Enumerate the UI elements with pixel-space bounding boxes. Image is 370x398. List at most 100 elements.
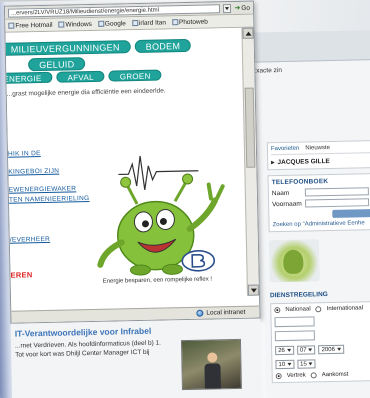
scroll-thumb[interactable] xyxy=(244,87,256,168)
side-link-4[interactable]: TEN NAMENIEERIELING xyxy=(9,195,90,204)
antenna-right xyxy=(173,180,188,202)
go-label: Go xyxy=(241,4,251,12)
link-photoweb[interactable]: Photoweb xyxy=(171,18,208,26)
month-value: 07 xyxy=(299,347,307,354)
nav-row-3: ENERGIE AFVAL GROEN xyxy=(5,69,162,85)
nav-groen[interactable]: GROEN xyxy=(108,69,162,82)
search-option-label-2: Exacte zin xyxy=(251,66,282,75)
alien-arm-left xyxy=(97,239,125,268)
time-row: 10 15 xyxy=(275,358,370,370)
go-button[interactable]: ➜ Go xyxy=(234,4,250,12)
chevron-down-icon xyxy=(286,348,291,352)
leaf-shape xyxy=(283,249,304,274)
name-row: Naam xyxy=(272,187,370,197)
departure-label: Vertrek xyxy=(286,372,306,379)
national-label: Nationaal xyxy=(285,306,311,313)
alien-v-sign-fingers xyxy=(206,182,225,201)
link-label: Free Hotmail xyxy=(15,21,53,30)
timetable-scope: Nationaal Internationaal xyxy=(274,305,370,314)
minute-select[interactable]: 15 xyxy=(297,359,316,369)
person-figure xyxy=(204,352,221,390)
link-label: irlard Itan xyxy=(138,18,167,27)
side-link-1[interactable]: HIK IN DE xyxy=(8,150,41,158)
antenna-ball-right xyxy=(182,173,194,185)
arrival-label: Aankomst xyxy=(321,371,349,379)
month-select[interactable]: 07 xyxy=(296,345,316,355)
international-radio[interactable] xyxy=(315,306,322,313)
link-icon xyxy=(8,22,15,29)
link-label: Google xyxy=(104,19,126,28)
tab-newest[interactable]: Nieuwste xyxy=(305,145,330,152)
side-link-3[interactable]: EWENERGIEWAKER xyxy=(9,185,77,193)
bullet-icon: ▸ xyxy=(271,159,275,167)
link-google[interactable]: Google xyxy=(97,19,126,28)
nav-geluid[interactable]: GELUID xyxy=(27,57,86,72)
background-right-column: Favorieten Nieuwste ▸ JACQUES GILLE TELE… xyxy=(266,139,370,384)
search-by-unit-link[interactable]: Zoeken op "Administratieve Eenhe xyxy=(272,220,370,228)
tagline: ...grast mogelijke energie dia efficiënt… xyxy=(6,87,166,98)
day-select[interactable]: 26 xyxy=(275,345,294,356)
favorites-panel: Favorieten Nieuwste ▸ JACQUES GILLE xyxy=(266,139,370,171)
status-zone: Local intranet xyxy=(206,308,246,317)
chevron-down-icon xyxy=(308,348,313,352)
scroll-down-button[interactable] xyxy=(247,284,260,296)
link-icon xyxy=(131,19,138,26)
link-label: Windows xyxy=(65,20,92,29)
link-windows[interactable]: Windows xyxy=(58,20,92,28)
browser-window: ...ervers/2LV/VRUZ18/Milieudienst/energi… xyxy=(3,0,261,324)
side-link-red[interactable]: EREN xyxy=(10,270,32,279)
link-icon xyxy=(171,18,178,25)
departure-station-field[interactable] xyxy=(274,316,315,328)
green-mascot-thumbnail xyxy=(268,239,320,283)
firstname-row: Voornaam xyxy=(272,198,370,208)
favorites-tabs: Favorieten Nieuwste xyxy=(270,143,370,156)
firstname-field[interactable] xyxy=(305,198,370,208)
antenna-ball-left xyxy=(120,176,132,188)
year-select[interactable]: 2006 xyxy=(318,344,344,355)
link-irlard[interactable]: irlard Itan xyxy=(131,18,167,27)
person-body xyxy=(204,363,221,390)
chevron-down-icon xyxy=(336,347,341,351)
timetable-title: DIENSTREGELING xyxy=(269,291,328,300)
search-button[interactable] xyxy=(332,209,370,218)
alien-foot-left xyxy=(129,264,151,276)
chevron-down-icon xyxy=(308,362,313,366)
side-link-2[interactable]: KINGEBOI ZIJN xyxy=(8,168,59,176)
national-radio[interactable] xyxy=(274,307,281,314)
international-label: Internationaal xyxy=(326,305,364,313)
timetable-panel: Nationaal Internationaal 26 07 2006 10 1… xyxy=(270,300,370,384)
favorite-item[interactable]: ▸ JACQUES GILLE xyxy=(271,156,370,167)
nav-row-1: MILIEUVERGUNNINGEN BODEM xyxy=(5,38,192,56)
date-row: 26 07 2006 xyxy=(275,344,370,356)
tab-favorites[interactable]: Favorieten xyxy=(271,146,299,153)
arrival-radio[interactable] xyxy=(310,372,317,379)
nav-energie[interactable]: ENERGIE xyxy=(5,71,53,85)
scroll-up-button[interactable] xyxy=(242,27,254,39)
link-icon xyxy=(97,20,104,27)
phonebook-title: TELEFOONBOEK xyxy=(271,178,329,187)
year-value: 2006 xyxy=(321,346,335,353)
hour-select[interactable]: 10 xyxy=(275,359,295,370)
green-alien-mascot xyxy=(97,155,225,276)
departure-radio[interactable] xyxy=(275,373,282,380)
phonebook-panel: TELEFOONBOEK Naam Voornaam Zoeken op "Ad… xyxy=(267,172,370,233)
alien-foot-right xyxy=(161,263,183,275)
nav-afval[interactable]: AFVAL xyxy=(56,70,105,83)
article-text: ...rnet Verdrieven. Als hoofdinformaticu… xyxy=(14,339,162,359)
name-field[interactable] xyxy=(304,187,369,197)
nav-bodem[interactable]: BODEM xyxy=(134,38,192,54)
person-head xyxy=(207,352,218,363)
photo-scene: orden Exacte zin Favorieten Nieuwste ▸ J… xyxy=(0,0,370,398)
article-title[interactable]: IT-Verantwoordelijke voor Infrabel xyxy=(15,323,261,339)
chevron-down-icon xyxy=(287,362,292,366)
arrival-station-field[interactable] xyxy=(274,330,315,342)
address-dropdown-button[interactable] xyxy=(223,3,232,13)
link-icon xyxy=(58,21,65,28)
link-free-hotmail[interactable]: Free Hotmail xyxy=(8,21,53,30)
alien-arm-right xyxy=(186,197,219,232)
minute-value: 15 xyxy=(300,361,307,368)
nav-milieuvergunningen[interactable]: MILIEUVERGUNNINGEN xyxy=(5,40,131,56)
globe-icon xyxy=(196,309,204,317)
name-label: Naam xyxy=(271,189,290,197)
side-link-5[interactable]: /EVERHEER xyxy=(10,236,50,244)
